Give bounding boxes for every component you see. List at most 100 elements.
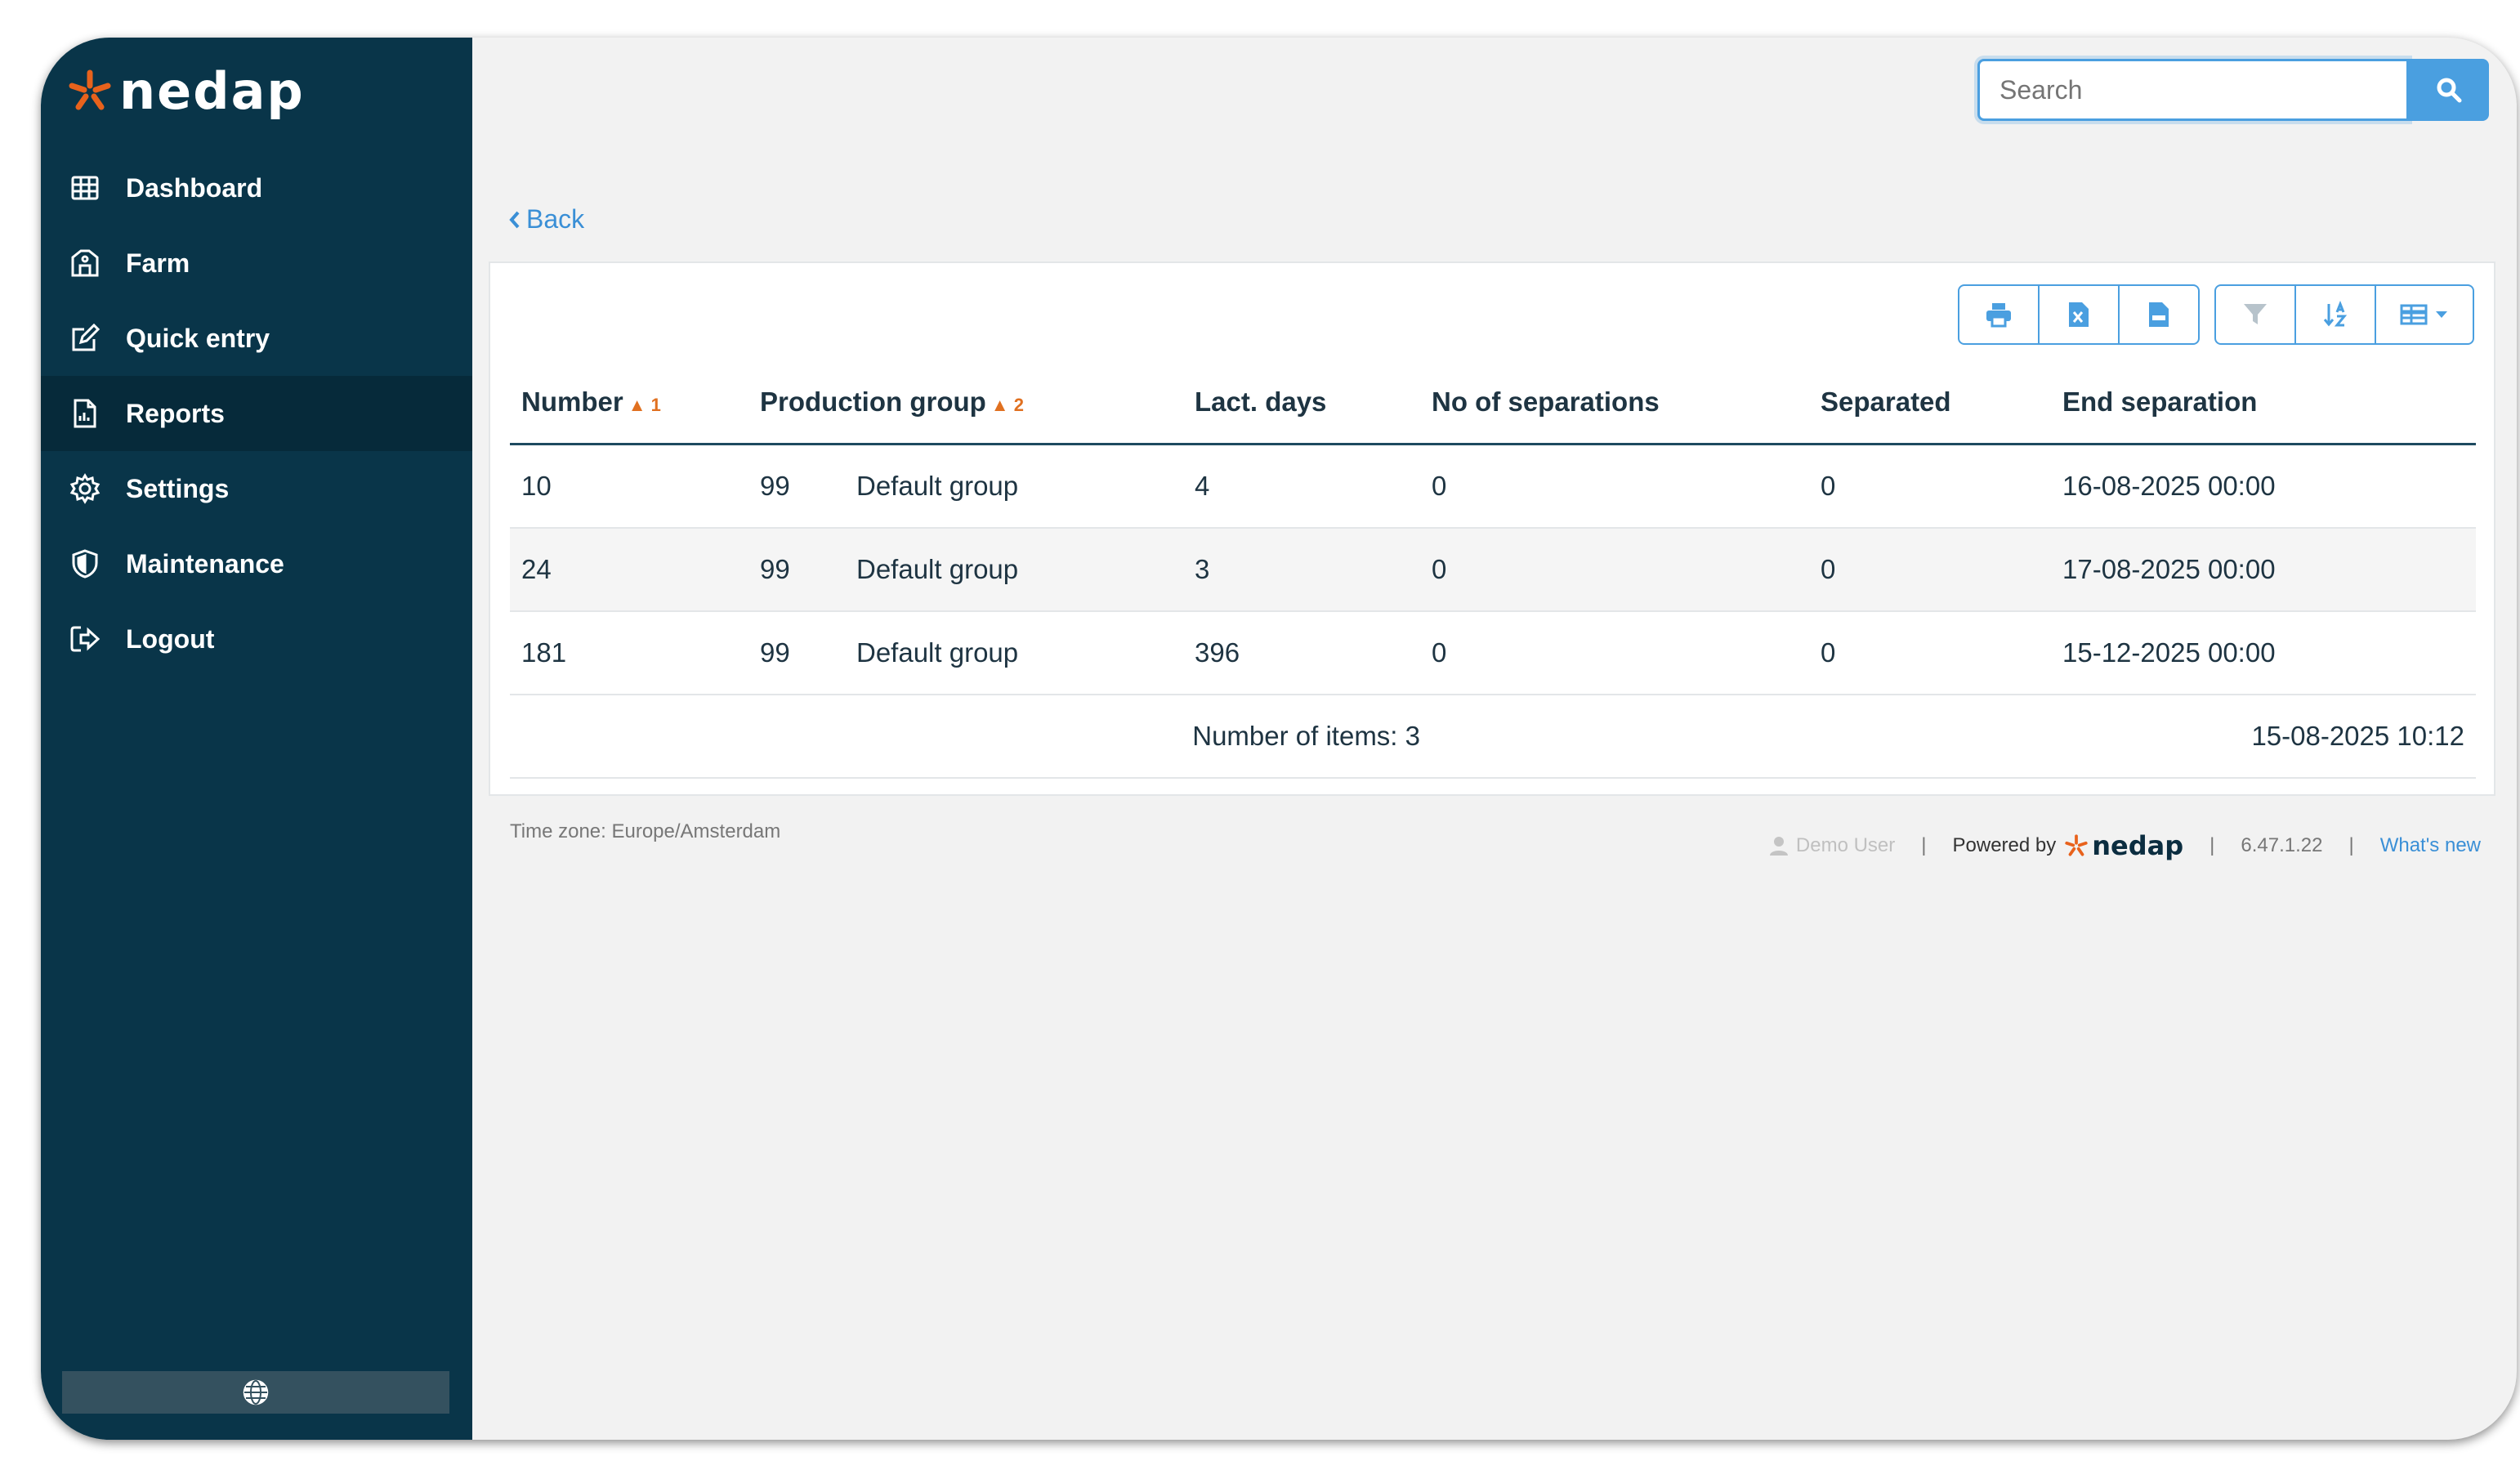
sidebar-item-farm[interactable]: Farm — [41, 226, 472, 301]
grid-icon — [69, 172, 101, 204]
sidebar-item-settings[interactable]: Settings — [41, 451, 472, 526]
sidebar-item-label: Settings — [126, 473, 230, 503]
column-header-separations[interactable]: No of separations — [1432, 361, 1821, 445]
table-header-row: Number ▲ 1 Production group ▲ 2 Lact. days… — [510, 361, 2476, 445]
sidebar-nav: Dashboard Farm Quick entry Reports Setti… — [41, 150, 472, 677]
timezone-label: Time zone: Europe/Amsterdam — [510, 820, 781, 842]
chevron-left-icon — [509, 211, 520, 228]
cell-separated: 0 — [1821, 611, 2062, 695]
cell-group-name: Default group — [856, 611, 1195, 695]
column-header-number[interactable]: Number ▲ 1 — [510, 361, 760, 445]
report-timestamp: 15-08-2025 10:12 — [1432, 695, 2476, 779]
csv-icon — [2149, 302, 2169, 327]
whats-new-link[interactable]: What's new — [2380, 834, 2481, 857]
sort-asc-indicator: ▲ 2 — [990, 395, 1024, 415]
cell-separated: 0 — [1821, 528, 2062, 612]
columns-icon — [2400, 304, 2428, 325]
sidebar-item-logout[interactable]: Logout — [41, 601, 472, 677]
print-icon — [1986, 303, 2011, 328]
cell-number: 10 — [510, 444, 760, 529]
table-row[interactable]: 10 99 Default group 4 0 0 16-08-2025 00:… — [510, 444, 2476, 529]
sort-icon — [2323, 301, 2348, 327]
cell-group-name: Default group — [856, 528, 1195, 612]
sidebar-item-quick-entry[interactable]: Quick entry — [41, 301, 472, 376]
search-input[interactable] — [1977, 59, 2409, 121]
filter-button[interactable] — [2216, 286, 2294, 343]
page-footer: Demo User | Powered by nedap | 6.47.1.22… — [1769, 830, 2481, 861]
sidebar-item-label: Dashboard — [126, 172, 263, 203]
back-label: Back — [526, 204, 585, 234]
caret-down-icon — [2436, 311, 2447, 318]
cell-separations: 0 — [1432, 528, 1821, 612]
sidebar-item-label: Farm — [126, 248, 190, 278]
sort-asc-indicator: ▲ 1 — [628, 395, 661, 415]
logout-icon — [69, 623, 101, 655]
nedap-logo[interactable]: nedap — [67, 60, 305, 121]
table-row[interactable]: 181 99 Default group 396 0 0 15-12-2025 … — [510, 611, 2476, 695]
table-footer-row: Number of items: 3 15-08-2025 10:12 — [510, 695, 2476, 779]
edit-icon — [69, 322, 101, 355]
item-count: Number of items: 3 — [510, 695, 1432, 779]
globe-icon — [243, 1379, 269, 1405]
sidebar-item-label: Reports — [126, 398, 225, 428]
filter-icon — [2244, 304, 2267, 324]
shield-icon — [69, 547, 101, 580]
cell-number: 181 — [510, 611, 760, 695]
search-button[interactable] — [2409, 59, 2489, 121]
sort-button[interactable] — [2294, 286, 2375, 343]
print-button[interactable] — [1959, 286, 2038, 343]
divider: | — [2348, 834, 2354, 856]
nedap-star-icon — [2065, 834, 2088, 856]
table-row[interactable]: 24 99 Default group 3 0 0 17-08-2025 00:… — [510, 528, 2476, 612]
cell-separations: 0 — [1432, 444, 1821, 529]
cell-group-number: 99 — [760, 444, 856, 529]
export-csv-button[interactable] — [2118, 286, 2198, 343]
column-header-separated[interactable]: Separated — [1821, 361, 2062, 445]
cell-end-separation: 16-08-2025 00:00 — [2062, 444, 2476, 529]
report-table: Number ▲ 1 Production group ▲ 2 Lact. days… — [510, 361, 2476, 779]
barn-icon — [69, 247, 101, 279]
view-button-group — [2214, 284, 2474, 345]
sidebar: nedap Dashboard Farm Quick entry Reports… — [41, 38, 472, 1440]
export-excel-button[interactable] — [2038, 286, 2118, 343]
gear-icon — [69, 472, 101, 505]
language-selector[interactable] — [62, 1371, 449, 1414]
cell-group-name: Default group — [856, 444, 1195, 529]
cell-number: 24 — [510, 528, 760, 612]
divider: | — [1921, 834, 1927, 856]
back-link[interactable]: Back — [508, 204, 584, 235]
sidebar-item-dashboard[interactable]: Dashboard — [41, 150, 472, 226]
cell-separations: 0 — [1432, 611, 1821, 695]
cell-lact-days: 396 — [1195, 611, 1432, 695]
sidebar-item-label: Quick entry — [126, 323, 270, 353]
columns-dropdown-button[interactable] — [2375, 286, 2473, 343]
cell-end-separation: 15-12-2025 00:00 — [2062, 611, 2476, 695]
report-icon — [69, 397, 101, 430]
excel-icon — [2069, 302, 2089, 327]
report-card: Number ▲ 1 Production group ▲ 2 Lact. days… — [489, 261, 2495, 796]
app-frame: nedap Dashboard Farm Quick entry Reports… — [41, 38, 2517, 1440]
cell-end-separation: 17-08-2025 00:00 — [2062, 528, 2476, 612]
column-header-production-group[interactable]: Production group ▲ 2 — [760, 361, 1195, 445]
powered-brand: nedap — [2092, 830, 2184, 861]
user-icon — [1769, 837, 1788, 856]
sidebar-item-label: Logout — [126, 623, 215, 654]
search-bar — [1977, 59, 2489, 121]
sidebar-item-label: Maintenance — [126, 548, 284, 579]
column-header-end-separation[interactable]: End separation — [2062, 361, 2476, 445]
logo-text: nedap — [119, 60, 305, 121]
powered-by: Powered by nedap — [1952, 830, 2184, 861]
search-icon — [2437, 78, 2462, 103]
sidebar-item-reports[interactable]: Reports — [41, 376, 472, 451]
cell-group-number: 99 — [760, 611, 856, 695]
report-toolbar — [1958, 284, 2474, 345]
main-content: Back — [472, 38, 2517, 1440]
cell-lact-days: 3 — [1195, 528, 1432, 612]
version-label: 6.47.1.22 — [2241, 834, 2323, 856]
sidebar-item-maintenance[interactable]: Maintenance — [41, 526, 472, 601]
cell-separated: 0 — [1821, 444, 2062, 529]
column-header-lact-days[interactable]: Lact. days — [1195, 361, 1432, 445]
divider: | — [2209, 834, 2215, 856]
cell-group-number: 99 — [760, 528, 856, 612]
cell-lact-days: 4 — [1195, 444, 1432, 529]
